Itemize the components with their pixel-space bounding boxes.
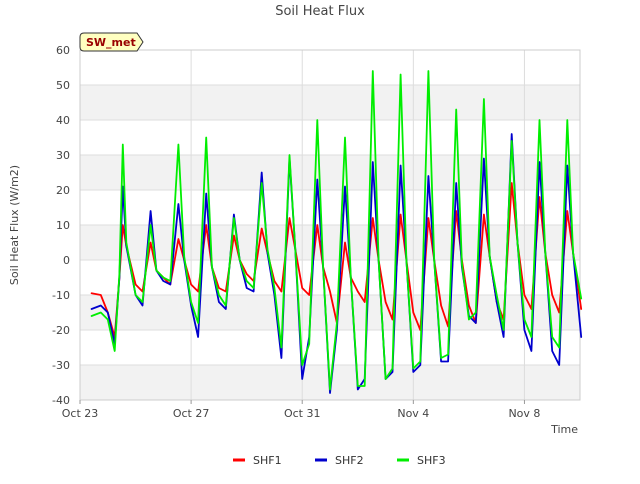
legend-label-shf2: SHF2 [335, 454, 364, 467]
site-badge-label: SW_met [86, 36, 136, 49]
x-axis-label: Time [550, 423, 578, 436]
y-tick-label: 0 [63, 254, 70, 267]
legend: SHF1 SHF2 SHF3 [233, 454, 446, 467]
legend-label-shf1: SHF1 [253, 454, 282, 467]
soil-heat-flux-chart: Soil Heat Flux -40 -30 -20 -10 0 10 20 30 40 50 60… [8, 4, 583, 467]
y-tick-label: 10 [56, 219, 70, 232]
plot-band [80, 330, 580, 365]
y-tick-label: 30 [56, 149, 70, 162]
y-tick-label: 40 [56, 114, 70, 127]
x-tick-label: Nov 4 [397, 407, 429, 420]
x-tick-label: Nov 8 [508, 407, 540, 420]
y-axis-label: Soil Heat Flux (W/m2) [8, 165, 21, 285]
y-tick-label: -30 [52, 359, 70, 372]
y-tick-label: 50 [56, 79, 70, 92]
x-tick-label: Oct 23 [62, 407, 99, 420]
y-tick-label: -20 [52, 324, 70, 337]
x-tick-label: Oct 27 [173, 407, 210, 420]
y-tick-label: -40 [52, 394, 70, 407]
chart-title: Soil Heat Flux [275, 4, 365, 19]
plot-band [80, 50, 580, 85]
y-tick-label: -10 [52, 289, 70, 302]
y-axis-ticks: -40 -30 -20 -10 0 10 20 30 40 50 60 [52, 44, 70, 407]
y-tick-label: 20 [56, 184, 70, 197]
chart-root: Soil Heat Flux -40 -30 -20 -10 0 10 20 30 40 50 60… [0, 0, 640, 480]
site-badge: SW_met [79, 32, 144, 52]
plot-band [80, 190, 580, 225]
x-axis-ticks: Oct 23 Oct 27 Oct 31 Nov 4 Nov 8 [62, 400, 540, 420]
legend-label-shf3: SHF3 [417, 454, 446, 467]
plot-band [80, 120, 580, 155]
y-tick-label: 60 [56, 44, 70, 57]
x-tick-label: Oct 31 [284, 407, 321, 420]
plot-band [80, 85, 580, 120]
plot-band [80, 155, 580, 190]
